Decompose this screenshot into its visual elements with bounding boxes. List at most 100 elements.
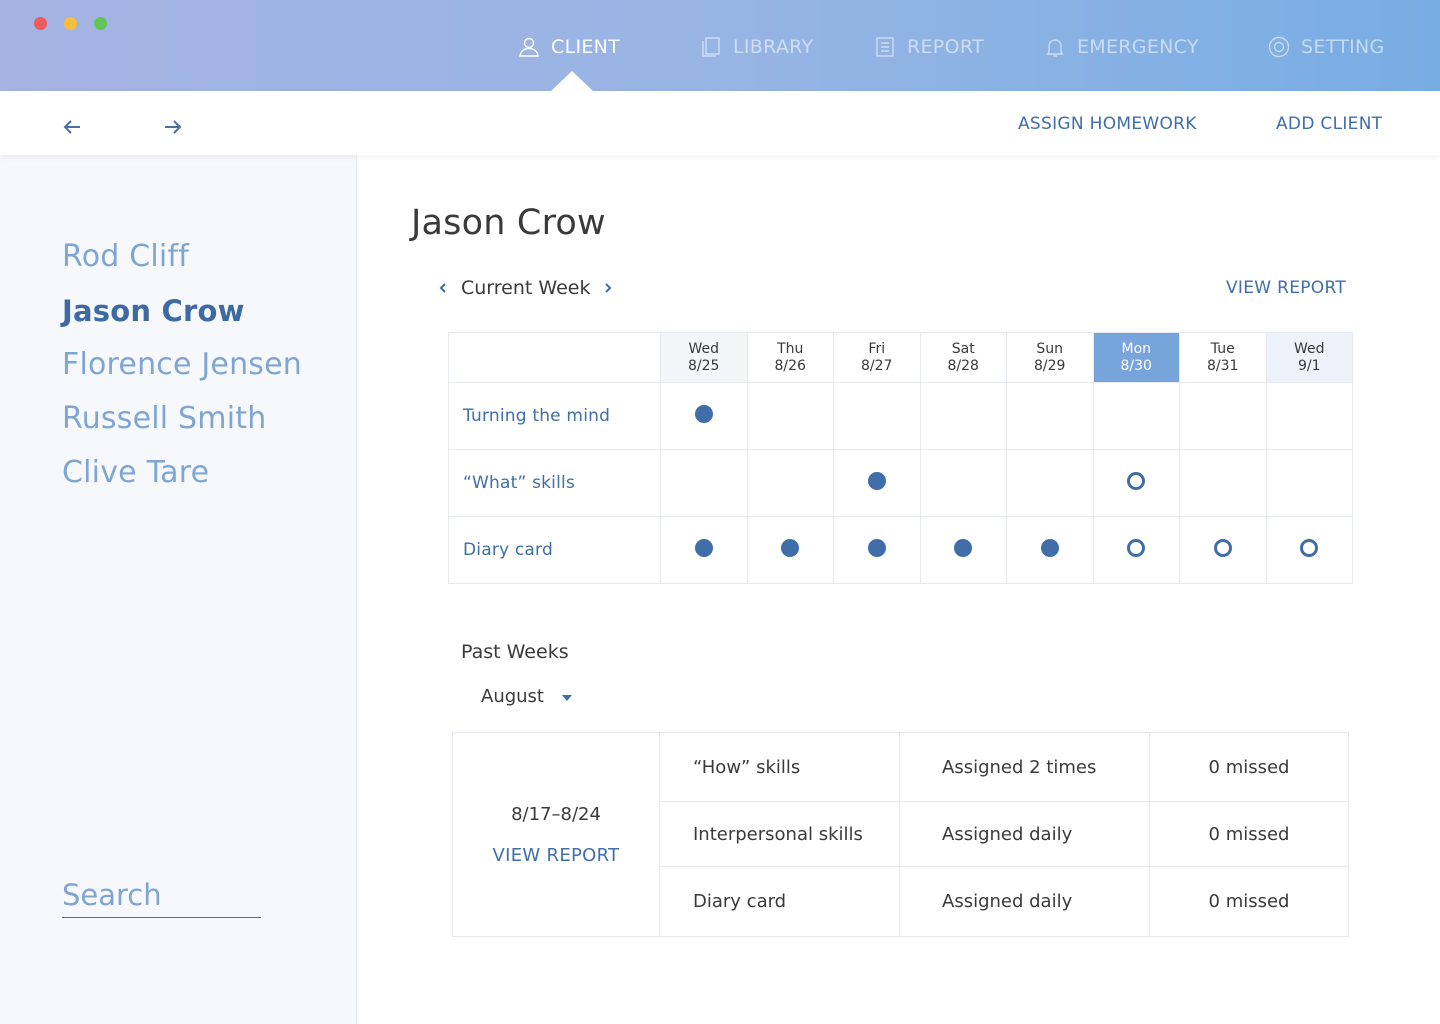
- task-day-cell[interactable]: [1265, 516, 1353, 584]
- bell-icon: [1046, 39, 1064, 57]
- window-minimize-button[interactable]: [64, 17, 77, 30]
- table-row: Turning the mind: [448, 382, 1353, 450]
- assign-homework-button[interactable]: ASSIGN HOMEWORK: [1018, 114, 1197, 134]
- task-day-cell[interactable]: [833, 516, 921, 584]
- completed-dot-icon: [1040, 539, 1059, 557]
- top-nav-bar: CLIENT LIBRARY REPORT EMERGENCY SETTING: [0, 0, 1440, 91]
- day-name: Thu: [777, 340, 804, 357]
- task-day-cell[interactable]: [833, 382, 921, 450]
- day-name: Tue: [1210, 340, 1235, 357]
- chevron-right-icon: [605, 283, 612, 293]
- day-date: 8/31: [1207, 357, 1239, 374]
- previous-week-button[interactable]: [437, 278, 449, 298]
- homework-name: Interpersonal skills: [659, 801, 900, 867]
- nav-tab-library[interactable]: LIBRARY: [699, 34, 813, 60]
- task-day-cell[interactable]: [833, 449, 921, 517]
- task-day-cell[interactable]: [660, 516, 748, 584]
- day-name: Sun: [1036, 340, 1064, 357]
- nav-tab-label: REPORT: [907, 36, 984, 58]
- day-header: Fri 8/27: [833, 332, 921, 383]
- task-day-cell[interactable]: [1006, 449, 1094, 517]
- day-header-today: Mon 8/30: [1092, 332, 1180, 383]
- nav-tab-label: LIBRARY: [733, 36, 814, 58]
- day-header: Sun 8/29: [1006, 332, 1094, 383]
- client-list-item[interactable]: Rod Cliff: [62, 239, 189, 274]
- task-day-cell[interactable]: [1265, 449, 1353, 517]
- search-input[interactable]: [62, 875, 261, 915]
- next-week-button[interactable]: [602, 278, 614, 298]
- arrow-right-icon: [165, 120, 182, 134]
- day-date: 8/30: [1120, 357, 1152, 374]
- past-weeks-title: Past Weeks: [461, 641, 569, 663]
- task-day-cell[interactable]: [1092, 516, 1180, 584]
- task-day-cell[interactable]: [1179, 382, 1267, 450]
- task-day-cell[interactable]: [746, 516, 834, 584]
- day-header: Wed 9/1: [1265, 332, 1353, 383]
- nav-tab-report[interactable]: REPORT: [873, 34, 984, 60]
- task-day-cell[interactable]: [660, 449, 748, 517]
- task-day-cell[interactable]: [660, 382, 748, 450]
- nav-tab-label: CLIENT: [551, 36, 621, 58]
- nav-tab-emergency[interactable]: EMERGENCY: [1043, 34, 1199, 60]
- current-week-label: Current Week: [461, 277, 591, 299]
- task-day-cell[interactable]: [1179, 516, 1267, 584]
- nav-tab-client[interactable]: CLIENT: [517, 34, 620, 60]
- homework-missed: 0 missed: [1149, 732, 1349, 802]
- day-date: 8/28: [947, 357, 979, 374]
- caret-down-icon: [562, 694, 572, 701]
- day-header: Thu 8/26: [746, 332, 834, 383]
- week-navigator: Current Week: [437, 277, 614, 299]
- user-icon: [519, 37, 539, 57]
- day-name: Wed: [1293, 340, 1325, 357]
- day-name: Fri: [868, 340, 886, 357]
- homework-missed: 0 missed: [1149, 866, 1349, 937]
- nav-tab-setting[interactable]: SETTING: [1267, 34, 1385, 60]
- day-header: Tue 8/31: [1179, 332, 1267, 383]
- nav-tab-label: EMERGENCY: [1077, 36, 1199, 58]
- task-day-cell[interactable]: [1006, 516, 1094, 584]
- day-date: 8/26: [774, 357, 806, 374]
- task-day-cell[interactable]: [1265, 382, 1353, 450]
- homework-name: “How” skills: [659, 732, 900, 802]
- completed-dot-icon: [694, 539, 713, 557]
- active-tab-indicator: [551, 71, 593, 91]
- pending-circle-icon: [1300, 539, 1319, 557]
- library-icon: [702, 37, 720, 57]
- task-day-cell[interactable]: [746, 449, 834, 517]
- view-current-week-report-link[interactable]: VIEW REPORT: [1226, 278, 1346, 298]
- client-list-item[interactable]: Russell Smith: [62, 401, 266, 436]
- window-maximize-button[interactable]: [94, 17, 107, 30]
- client-list-item[interactable]: Florence Jensen: [62, 347, 302, 382]
- back-button[interactable]: [60, 115, 84, 139]
- past-weeks-table: 8/17–8/24 VIEW REPORT “How” skills Assig…: [452, 732, 1349, 937]
- task-day-cell[interactable]: [746, 382, 834, 450]
- day-header: Wed 8/25: [660, 332, 748, 383]
- task-day-cell[interactable]: [1092, 449, 1180, 517]
- month-dropdown-value: August: [481, 686, 544, 707]
- task-name: Diary card: [448, 516, 661, 584]
- task-day-cell[interactable]: [919, 516, 1007, 584]
- task-day-cell[interactable]: [1179, 449, 1267, 517]
- forward-button[interactable]: [161, 115, 185, 139]
- view-past-week-report-link[interactable]: VIEW REPORT: [453, 845, 659, 866]
- task-day-cell[interactable]: [919, 382, 1007, 450]
- task-day-cell[interactable]: [1006, 382, 1094, 450]
- homework-frequency: Assigned 2 times: [899, 732, 1150, 802]
- day-date: 8/25: [688, 357, 720, 374]
- completed-dot-icon: [954, 539, 973, 557]
- task-name: “What” skills: [448, 449, 661, 517]
- homework-name: Diary card: [659, 866, 900, 937]
- table-row: Diary card: [448, 516, 1353, 584]
- month-dropdown[interactable]: August: [481, 686, 572, 707]
- task-column-header: [448, 332, 661, 383]
- day-name: Mon: [1121, 340, 1152, 357]
- client-list-item-selected[interactable]: Jason Crow: [62, 294, 245, 328]
- add-client-button[interactable]: ADD CLIENT: [1276, 114, 1382, 134]
- task-day-cell[interactable]: [919, 449, 1007, 517]
- window-close-button[interactable]: [34, 17, 47, 30]
- task-day-cell[interactable]: [1092, 382, 1180, 450]
- client-list-item[interactable]: Clive Tare: [62, 455, 209, 490]
- toolbar: ASSIGN HOMEWORK ADD CLIENT: [0, 91, 1440, 155]
- day-header: Sat 8/28: [919, 332, 1007, 383]
- table-row: “What” skills: [448, 449, 1353, 517]
